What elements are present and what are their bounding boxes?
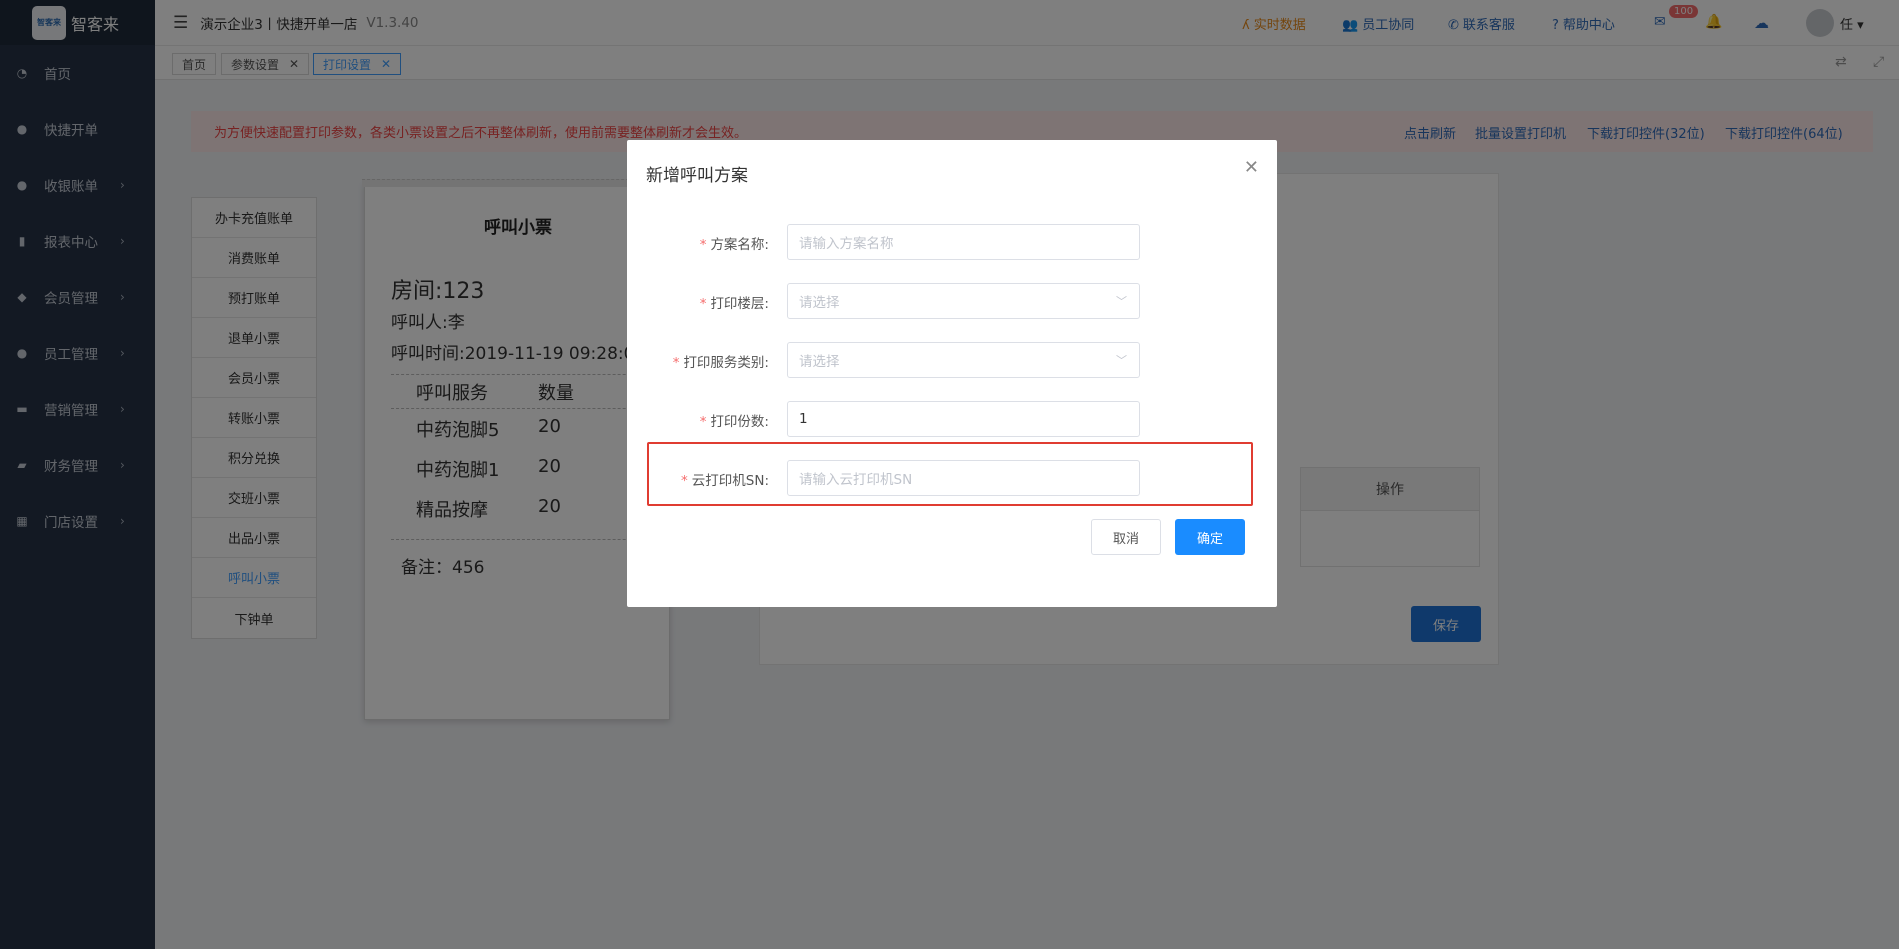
highlight-box (647, 442, 1253, 506)
field-label: * 打印楼层: (700, 292, 769, 312)
field-label-text: 打印份数: (710, 414, 769, 430)
add-call-scheme-dialog: 新增呼叫方案 ✕ * 方案名称: 请输入方案名称 * 打印楼层: 请选择 ﹀ * 打印… (627, 140, 1277, 607)
required-mark: * (699, 296, 707, 312)
scheme-name-input[interactable]: 请输入方案名称 (787, 224, 1140, 260)
required-mark: * (699, 414, 707, 430)
cancel-button[interactable]: 取消 (1091, 519, 1161, 555)
print-floor-select[interactable]: 请选择 (787, 283, 1140, 319)
field-label: * 方案名称: (700, 233, 769, 253)
print-copies-input[interactable]: 1 (787, 401, 1140, 437)
field-print-floor: * 打印楼层: 请选择 ﹀ (627, 283, 1277, 319)
field-label-text: 打印楼层: (710, 296, 769, 312)
required-mark: * (672, 355, 680, 371)
chevron-down-icon: ﹀ (1116, 295, 1127, 308)
required-mark: * (699, 237, 707, 253)
service-category-select[interactable]: 请选择 (787, 342, 1140, 378)
field-print-copies: * 打印份数: 1 (627, 401, 1277, 437)
field-label: * 打印份数: (700, 410, 769, 430)
field-service-category: * 打印服务类别: 请选择 ﹀ (627, 342, 1277, 378)
chevron-down-icon: ﹀ (1116, 354, 1127, 367)
dialog-title: 新增呼叫方案 (646, 166, 748, 186)
confirm-button[interactable]: 确定 (1175, 519, 1245, 555)
field-label-text: 方案名称: (710, 237, 769, 253)
field-label: * 打印服务类别: (673, 351, 769, 371)
close-icon[interactable]: ✕ (1244, 157, 1259, 178)
field-scheme-name: * 方案名称: 请输入方案名称 (627, 224, 1277, 260)
field-label-text: 打印服务类别: (683, 355, 769, 371)
